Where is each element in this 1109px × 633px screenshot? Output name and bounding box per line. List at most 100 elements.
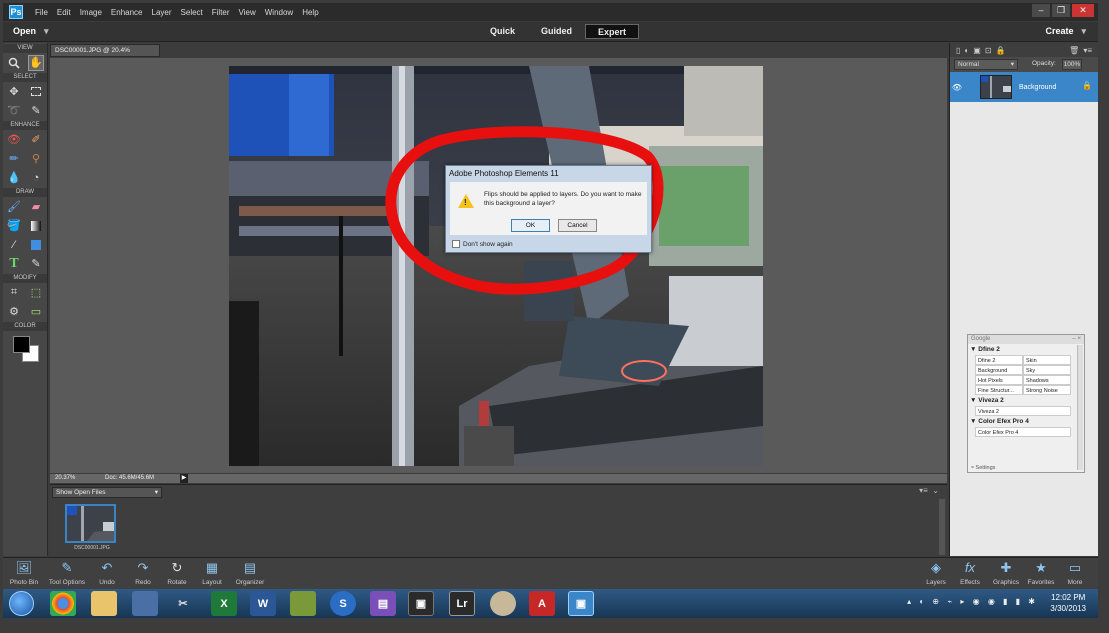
zoom-level[interactable]: 20.37% — [55, 474, 75, 483]
move-tool-icon[interactable]: ✥ — [6, 84, 22, 100]
undo-button[interactable]: ↶ Undo — [87, 560, 127, 586]
brush-tool-icon[interactable]: 🖌 — [6, 199, 22, 215]
gradient-tool-icon[interactable] — [28, 218, 44, 234]
type-tool-icon[interactable]: T — [6, 256, 22, 272]
dfine-preset[interactable]: Sky — [1023, 365, 1071, 375]
new-layer-icon[interactable]: ▯ — [956, 46, 960, 55]
app-icon[interactable]: Ps — [9, 5, 23, 19]
blur-tool-icon[interactable]: 💧 — [6, 170, 22, 186]
excel-icon[interactable]: X — [211, 591, 237, 616]
hand-tool-icon[interactable]: ✋ — [28, 54, 44, 71]
dont-show-again-checkbox[interactable]: Don't show again — [452, 240, 513, 248]
photo-bin-dropdown[interactable]: Show Open Files ▾ — [52, 487, 162, 498]
lasso-tool-icon[interactable]: ➰ — [6, 103, 22, 119]
panel-close-icon[interactable]: – × — [1072, 335, 1081, 344]
tab-expert[interactable]: Expert — [585, 24, 640, 39]
rotate-button[interactable]: ↻ Rotate — [157, 560, 197, 586]
dfine-preset[interactable]: Skin — [1023, 355, 1071, 365]
eyedropper-tool-icon[interactable]: ⁄ — [6, 237, 22, 253]
spot-healing-tool-icon[interactable]: ✐ — [28, 132, 44, 148]
menu-edit[interactable]: Edit — [57, 8, 71, 17]
clock-app-icon[interactable] — [490, 591, 516, 616]
checkbox-box[interactable] — [452, 240, 460, 248]
effects-button[interactable]: fx Effects — [950, 560, 990, 586]
organizer-button[interactable]: ▤ Organizer — [227, 560, 273, 586]
ok-button[interactable]: OK — [511, 219, 550, 232]
minimize-icon[interactable]: – — [1032, 4, 1050, 17]
dfine-preset[interactable]: Fine Structur... — [975, 385, 1023, 395]
create-button[interactable]: Create ▾ — [1045, 26, 1086, 37]
skype-like-icon[interactable]: S — [330, 591, 356, 616]
visibility-eye-icon[interactable]: 👁 — [950, 83, 964, 92]
graphics-button[interactable]: ✚ Graphics — [986, 560, 1026, 586]
acrobat-icon[interactable]: A — [529, 591, 555, 616]
panel-menu-icon[interactable]: ▾≡ — [919, 486, 928, 495]
word-icon[interactable]: W — [250, 591, 276, 616]
open-button[interactable]: Open ▾ — [13, 26, 49, 37]
status-menu-arrow-icon[interactable]: ▶ — [180, 474, 188, 483]
red-eye-tool-icon[interactable]: 👁 — [6, 132, 22, 148]
system-tray-icons[interactable]: ▴ ◐ ⊕ ⌁ ▸ ◉ ◉ ▮ ▮ ✱ — [907, 597, 1038, 606]
tab-guided[interactable]: Guided — [528, 24, 585, 39]
recompose-tool-icon[interactable]: ⬚ — [28, 285, 44, 301]
more-button[interactable]: ▭ More — [1055, 560, 1095, 586]
photo-bin-scrollbar[interactable] — [939, 499, 945, 555]
dfine-preset[interactable]: Hot Pixels — [975, 375, 1023, 385]
lightroom-icon[interactable]: Lr — [449, 591, 475, 616]
onenote-icon[interactable]: ▤ — [370, 591, 396, 616]
taskbar-clock[interactable]: 12:02 PM 3/30/2013 — [1050, 592, 1086, 614]
dfine-preset[interactable]: Dfine 2 — [975, 355, 1023, 365]
menu-select[interactable]: Select — [181, 8, 203, 17]
viveza-preset[interactable]: Viveza 2 — [975, 406, 1071, 416]
menu-enhance[interactable]: Enhance — [111, 8, 143, 17]
settings-link[interactable]: ≈ Settings — [971, 465, 995, 471]
app-icon[interactable] — [290, 591, 316, 616]
cancel-button[interactable]: Cancel — [558, 219, 597, 232]
media-player-icon[interactable] — [132, 591, 158, 616]
close-icon[interactable]: ✕ — [1072, 4, 1094, 17]
menu-help[interactable]: Help — [302, 8, 318, 17]
blend-mode-select[interactable]: Normal ▾ — [954, 59, 1018, 70]
chrome-icon[interactable] — [50, 591, 76, 616]
document-photo[interactable] — [229, 66, 763, 466]
menu-view[interactable]: View — [239, 8, 256, 17]
layer-mask-icon[interactable]: ▣ — [973, 46, 981, 55]
restore-icon[interactable]: ❐ — [1052, 4, 1070, 17]
marquee-tool-icon[interactable] — [28, 84, 44, 100]
dfine-preset[interactable]: Background — [975, 365, 1023, 375]
menu-window[interactable]: Window — [265, 8, 293, 17]
trash-icon[interactable]: 🗑 — [1069, 46, 1079, 55]
eraser-tool-icon[interactable]: ▰ — [28, 199, 44, 215]
clone-stamp-tool-icon[interactable]: ⚲ — [28, 151, 44, 167]
start-button-icon[interactable] — [9, 591, 34, 616]
opacity-input[interactable]: 100% — [1062, 59, 1082, 70]
crop-tool-icon[interactable]: ⌗ — [6, 285, 22, 301]
explorer-folder-icon[interactable] — [91, 591, 117, 616]
color-efex-preset[interactable]: Color Efex Pro 4 — [975, 427, 1071, 437]
straighten-tool-icon[interactable]: ▭ — [28, 304, 44, 320]
dfine-preset[interactable]: Strong Noise — [1023, 385, 1071, 395]
section-dfine[interactable]: ▼ Dfine 2 — [968, 344, 1084, 355]
menu-image[interactable]: Image — [80, 8, 102, 17]
menu-layer[interactable]: Layer — [152, 8, 172, 17]
layout-button[interactable]: ▦ Layout — [192, 560, 232, 586]
sponge-tool-icon[interactable]: ◔ — [28, 170, 44, 186]
paint-bucket-tool-icon[interactable]: 🪣 — [6, 218, 22, 234]
lock-transparency-icon[interactable]: ⊡ — [985, 46, 992, 55]
section-viveza[interactable]: ▼ Viveza 2 — [968, 395, 1084, 406]
google-panel-scrollbar[interactable] — [1077, 345, 1083, 470]
foreground-color-swatch[interactable] — [13, 336, 30, 353]
shape-tool-icon[interactable] — [28, 237, 44, 253]
tool-options-button[interactable]: ✎ Tool Options — [45, 560, 89, 586]
panel-menu-icon[interactable]: ▾≡ — [1083, 46, 1092, 55]
menu-filter[interactable]: Filter — [212, 8, 230, 17]
lock-all-icon[interactable]: 🔒 — [996, 46, 1006, 55]
photoshop-organizer-icon[interactable]: ▣ — [408, 591, 434, 616]
section-color-efex[interactable]: ▼ Color Efex Pro 4 — [968, 416, 1084, 427]
adjustment-layer-icon[interactable]: ◐ — [964, 46, 969, 55]
smart-brush-tool-icon[interactable]: ✏ — [6, 151, 22, 167]
photo-bin-button[interactable]: 🖼 Photo Bin — [4, 560, 44, 586]
content-aware-move-tool-icon[interactable]: ⚙ — [6, 304, 22, 320]
menu-file[interactable]: File — [35, 8, 48, 17]
document-tab[interactable]: DSC00001.JPG @ 20.4% (RGB/8)× — [50, 44, 160, 66]
